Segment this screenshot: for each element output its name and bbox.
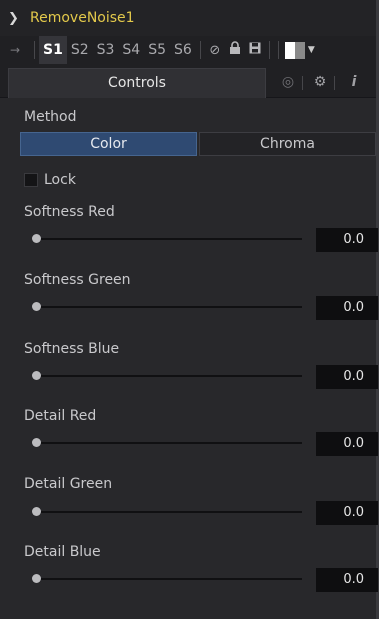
color-swatch[interactable] — [284, 41, 305, 59]
detail-blue-label: Detail Blue — [24, 544, 101, 560]
lock-icon-glyph — [229, 41, 240, 54]
info-icon[interactable]: i — [340, 69, 368, 95]
tool-title: RemoveNoise1 — [30, 10, 135, 26]
tool-header[interactable]: ❯ RemoveNoise1 — [0, 0, 376, 36]
bypass-icon[interactable]: ⊘ — [205, 43, 225, 58]
softness-green-label: Softness Green — [24, 272, 131, 288]
detail-red-value[interactable]: 0.0 — [316, 432, 378, 456]
softness-blue-label: Softness Blue — [24, 341, 120, 357]
method-label: Method — [24, 109, 77, 125]
detail-blue-value[interactable]: 0.0 — [316, 568, 378, 592]
version-toolbar: → S1 S2 S3 S4 S5 S6 ⊘ ▼ — [0, 36, 376, 64]
softness-green-slider[interactable] — [36, 306, 302, 308]
inspector-panel: ❯ RemoveNoise1 → S1 S2 S3 S4 S5 S6 ⊘ ▼ C… — [0, 0, 379, 619]
softness-red-knob[interactable] — [32, 234, 41, 243]
detail-green-value[interactable]: 0.0 — [316, 501, 378, 525]
gear-icon[interactable]: ⚙ — [306, 69, 334, 95]
detail-red-knob[interactable] — [32, 438, 41, 447]
softness-blue-knob[interactable] — [32, 371, 41, 380]
toolbar-divider — [277, 41, 279, 59]
method-chroma-button[interactable]: Chroma — [199, 132, 376, 156]
detail-blue-knob[interactable] — [32, 574, 41, 583]
chevron-down-icon[interactable]: ❯ — [8, 11, 30, 26]
version-slot-s4[interactable]: S4 — [118, 42, 144, 58]
detail-green-label: Detail Green — [24, 476, 113, 492]
inspector-tabs: Controls ◎ ⚙ i — [0, 64, 376, 98]
swatch-dropdown-icon[interactable]: ▼ — [308, 45, 315, 55]
detail-red-slider[interactable] — [36, 442, 302, 444]
toolbar-divider — [268, 41, 270, 59]
lock-label: Lock — [44, 172, 76, 188]
version-slot-s3[interactable]: S3 — [93, 42, 119, 58]
tab-controls[interactable]: Controls — [8, 68, 266, 98]
detail-green-slider[interactable] — [36, 511, 302, 513]
detail-red-label: Detail Red — [24, 408, 97, 424]
version-slot-s2[interactable]: S2 — [67, 42, 93, 58]
method-color-button[interactable]: Color — [20, 132, 197, 156]
save-icon[interactable] — [245, 42, 265, 58]
softness-blue-value[interactable]: 0.0 — [316, 365, 378, 389]
version-slot-s6[interactable]: S6 — [170, 42, 196, 58]
softness-green-value[interactable]: 0.0 — [316, 296, 378, 320]
swatch-white — [284, 41, 295, 59]
softness-blue-slider[interactable] — [36, 375, 302, 377]
lock-icon[interactable] — [225, 41, 245, 59]
detail-green-knob[interactable] — [32, 507, 41, 516]
tab-divider — [334, 76, 335, 90]
lock-checkbox[interactable] — [24, 173, 38, 187]
nodes-icon[interactable]: ◎ — [274, 69, 302, 95]
softness-green-knob[interactable] — [32, 302, 41, 311]
softness-red-label: Softness Red — [24, 204, 115, 220]
pin-icon[interactable]: → — [0, 43, 30, 57]
toolbar-divider — [34, 41, 35, 59]
save-icon-glyph — [249, 42, 261, 54]
version-slot-s5[interactable]: S5 — [144, 42, 170, 58]
toolbar-divider — [199, 41, 201, 59]
method-selector: Color Chroma — [20, 132, 376, 156]
version-slot-s1[interactable]: S1 — [39, 36, 67, 64]
tab-divider — [302, 76, 303, 90]
swatch-gray — [294, 41, 305, 59]
detail-blue-slider[interactable] — [36, 578, 302, 580]
softness-red-value[interactable]: 0.0 — [316, 228, 378, 252]
softness-red-slider[interactable] — [36, 238, 302, 240]
